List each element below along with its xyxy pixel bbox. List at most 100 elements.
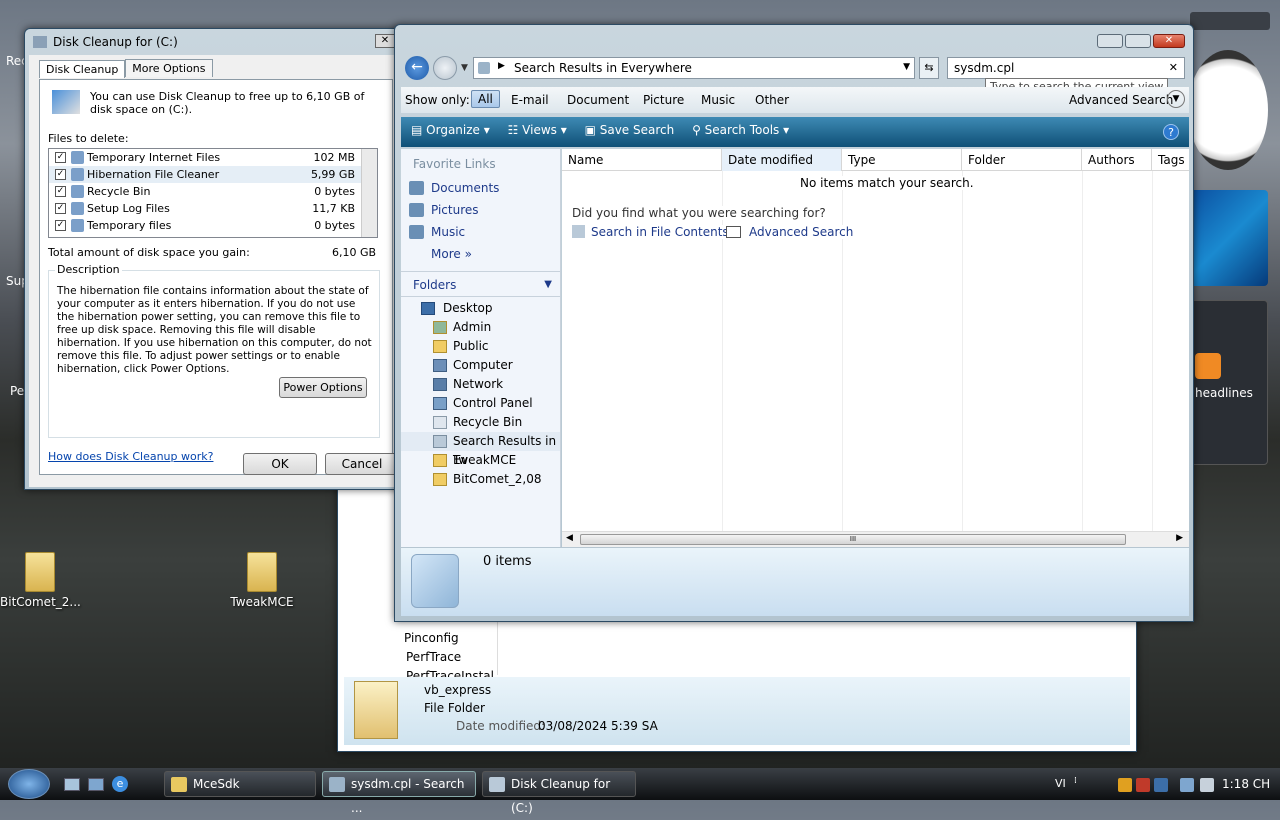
address-bar[interactable]: ▶ Search Results in Everywhere ▼	[473, 57, 915, 79]
horizontal-scrollbar[interactable]: ◀ III ▶	[562, 531, 1189, 547]
cancel-button[interactable]: Cancel	[325, 453, 399, 475]
scroll-right-icon[interactable]: ▶	[1176, 533, 1183, 543]
tray-monitor-icon[interactable]	[1154, 778, 1168, 792]
views-menu[interactable]: ☷ Views ▾	[508, 123, 567, 137]
language-options-icon[interactable]: ⁞	[1074, 776, 1077, 786]
internet-files-icon	[71, 151, 84, 164]
feed-gadget[interactable]: headlines	[1190, 300, 1268, 465]
filter-document[interactable]: Document	[567, 93, 629, 107]
column-type[interactable]: Type	[842, 149, 962, 171]
ok-button[interactable]: OK	[243, 453, 317, 475]
tree-label: Network	[453, 377, 504, 391]
internet-explorer-icon[interactable]: e	[112, 776, 128, 792]
back-tree-item-perftrace[interactable]: PerfTrace	[406, 650, 461, 664]
column-date-modified[interactable]: Date modified	[722, 149, 842, 171]
taskbar-item-disk-cleanup[interactable]: Disk Cleanup for (C:)	[482, 771, 636, 815]
link-documents[interactable]: Documents	[401, 177, 560, 199]
advanced-search-link[interactable]: Advanced Search	[726, 225, 854, 239]
taskbar-item-mcesdk[interactable]: MceSdk	[164, 771, 316, 797]
clock-time[interactable]: 1:18 CH	[1222, 777, 1270, 791]
save-search-button[interactable]: ▣ Save Search	[585, 123, 675, 137]
scroll-left-icon[interactable]: ◀	[566, 533, 573, 543]
clock-gadget[interactable]	[1188, 50, 1268, 170]
maximize-button[interactable]	[1125, 34, 1151, 48]
close-button[interactable]: ✕	[1153, 34, 1185, 48]
tray-app-icon[interactable]	[1136, 778, 1150, 792]
help-link[interactable]: How does Disk Cleanup work?	[48, 450, 213, 463]
desktop-icon-tweakmce[interactable]: TweakMCE	[222, 552, 302, 609]
checkbox[interactable]: ✓	[55, 169, 66, 180]
scroll-thumb[interactable]: III	[580, 534, 1126, 545]
address-dropdown-icon[interactable]: ▼	[903, 62, 910, 72]
filter-email[interactable]: E-mail	[511, 93, 549, 107]
list-item-selected[interactable]: ✓ Hibernation File Cleaner 5,99 GB	[49, 166, 377, 183]
checkbox[interactable]: ✓	[55, 220, 66, 231]
tree-item-desktop[interactable]: Desktop	[401, 299, 560, 318]
checkbox[interactable]: ✓	[55, 152, 66, 163]
minimize-button[interactable]	[1097, 34, 1123, 48]
tree-item-control-panel[interactable]: Control Panel	[401, 394, 560, 413]
tab-more-options[interactable]: More Options	[125, 59, 213, 77]
back-button[interactable]: ←	[405, 56, 429, 80]
column-name[interactable]: Name	[562, 149, 722, 171]
checkbox[interactable]: ✓	[55, 186, 66, 197]
chevron-down-icon[interactable]: ▼	[461, 63, 468, 73]
search-tools-menu[interactable]: ⚲ Search Tools ▾	[692, 123, 789, 137]
forward-button[interactable]	[433, 56, 457, 80]
tree-item-search-results[interactable]: Search Results in Ev	[401, 432, 560, 467]
files-list[interactable]: ✓ Temporary Internet Files 102 MB ✓ Hiberna…	[48, 148, 378, 238]
close-icon[interactable]: ✕	[375, 34, 395, 48]
security-shield-icon[interactable]	[1118, 778, 1132, 792]
results-pane[interactable]: Name Date modified Type Folder Authors T…	[562, 149, 1189, 547]
link-pictures[interactable]: Pictures	[401, 199, 560, 221]
link-more[interactable]: More »	[401, 243, 560, 265]
advanced-search-toggle[interactable]: Advanced Search	[1069, 93, 1173, 107]
tree-item-recycle-bin[interactable]: Recycle Bin	[401, 413, 560, 432]
tab-disk-cleanup[interactable]: Disk Cleanup	[39, 60, 126, 78]
search-input[interactable]: sysdm.cpl ✕	[947, 57, 1185, 79]
tree-item-network[interactable]: Network	[401, 375, 560, 394]
list-scrollbar[interactable]	[361, 149, 377, 237]
show-desktop-icon[interactable]	[64, 778, 80, 791]
column-tags[interactable]: Tags	[1152, 149, 1189, 171]
list-item[interactable]: ✓ Recycle Bin 0 bytes	[49, 183, 377, 200]
tree-item-public[interactable]: Public	[401, 337, 560, 356]
list-item[interactable]: ✓ Setup Log Files 11,7 KB	[49, 200, 377, 217]
tree-item-bitcomet[interactable]: BitComet_2,08	[401, 470, 560, 489]
search-in-file-contents-link[interactable]: Search in File Contents	[572, 225, 729, 239]
search-window[interactable]: ✕ ← ▼ ▶ Search Results in Everywhere ▼ ⇆…	[394, 24, 1194, 622]
back-tree-item-pinconfig[interactable]: Pinconfig	[404, 631, 459, 645]
list-item[interactable]: ✓ Temporary Internet Files 102 MB	[49, 149, 377, 166]
filter-other[interactable]: Other	[755, 93, 789, 107]
sidebar-controls[interactable]	[1190, 12, 1270, 30]
filter-all[interactable]: All	[471, 90, 500, 108]
refresh-button[interactable]: ⇆	[919, 57, 939, 79]
slideshow-gadget[interactable]	[1190, 190, 1268, 286]
power-options-button[interactable]: Power Options	[279, 377, 367, 398]
taskbar-item-search[interactable]: sysdm.cpl - Search ...	[322, 771, 476, 815]
organize-menu[interactable]: ▤ Organize ▾	[411, 123, 490, 137]
disk-cleanup-window[interactable]: Disk Cleanup for (C:) ✕ Disk Cleanup More…	[24, 28, 402, 490]
language-indicator[interactable]: VI	[1055, 777, 1066, 790]
list-item[interactable]: ✓ Temporary files 0 bytes	[49, 217, 377, 234]
switch-windows-icon[interactable]	[88, 778, 104, 791]
folders-header[interactable]: Folders ▼	[401, 271, 560, 297]
desktop-icon-bitcomet[interactable]: BitComet_2...	[0, 552, 81, 609]
link-music[interactable]: Music	[401, 221, 560, 243]
tree-item-tweakmce[interactable]: TweakMCE	[401, 451, 560, 470]
help-icon[interactable]: ?	[1163, 124, 1179, 140]
volume-muted-icon[interactable]	[1200, 778, 1214, 792]
filter-picture[interactable]: Picture	[643, 93, 684, 107]
column-folder[interactable]: Folder	[962, 149, 1082, 171]
tree-item-computer[interactable]: Computer	[401, 356, 560, 375]
tree-item-admin[interactable]: Admin	[401, 318, 560, 337]
folder-icon	[25, 552, 55, 592]
network-icon[interactable]	[1180, 778, 1194, 792]
clear-search-icon[interactable]: ✕	[1169, 61, 1178, 74]
expand-advanced-icon[interactable]: ▼	[1167, 90, 1185, 108]
checkbox[interactable]: ✓	[55, 203, 66, 214]
desktop-icon	[421, 302, 435, 315]
filter-music[interactable]: Music	[701, 93, 735, 107]
column-authors[interactable]: Authors	[1082, 149, 1152, 171]
start-button[interactable]	[8, 769, 50, 799]
